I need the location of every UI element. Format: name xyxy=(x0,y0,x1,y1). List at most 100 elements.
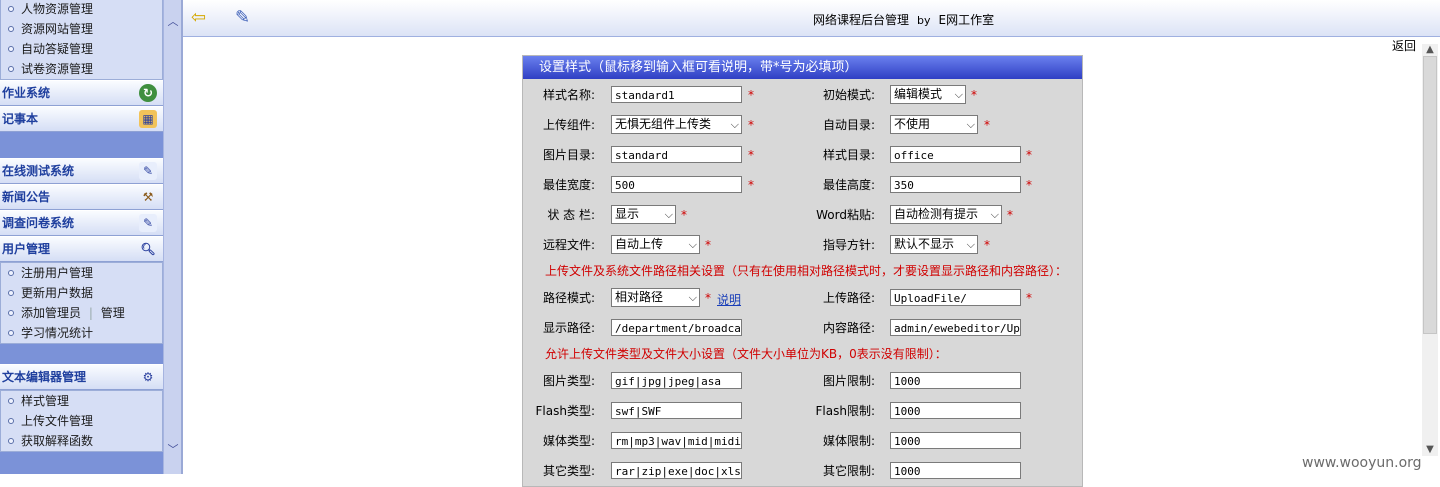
init-mode-select[interactable]: 编辑模式 ⌵ xyxy=(890,85,966,104)
image-dir-input[interactable]: standard xyxy=(611,146,742,163)
chevron-down-icon: ⌵ xyxy=(688,291,697,304)
watermark: www.wooyun.org xyxy=(1302,455,1422,471)
chevron-up-icon[interactable]: ▲ xyxy=(1424,44,1436,56)
sidebar-group-online-exam[interactable]: 在线测试系统 ✎ xyxy=(0,158,163,184)
spacer xyxy=(0,344,163,364)
group-label: 调查问卷系统 xyxy=(2,216,75,230)
sidebar-group-homework[interactable]: 作业系统 ↻ xyxy=(0,80,163,106)
sidebar-item-style-manage[interactable]: 样式管理 xyxy=(1,391,162,411)
image-limit-input[interactable]: 1000 xyxy=(890,372,1021,389)
chevron-down-icon: ⌵ xyxy=(966,118,975,131)
style-dir-input[interactable]: office xyxy=(890,146,1021,163)
form-row: 显示路径: /department/broadcast 内容路径: admin/… xyxy=(523,317,1082,339)
group-label: 用户管理 xyxy=(2,242,51,256)
remote-file-select[interactable]: 自动上传 ⌵ xyxy=(611,235,700,254)
group-label: 文本编辑器管理 xyxy=(2,370,87,384)
chevron-down-icon[interactable]: ﹀ xyxy=(167,444,179,456)
spacer xyxy=(0,132,163,158)
image-dir-label: 图片目录: xyxy=(542,148,595,162)
required-mark: * xyxy=(984,118,990,132)
image-type-input[interactable]: gif|jpg|jpeg|asa xyxy=(611,372,742,389)
form-row: 远程文件: 自动上传 ⌵ * 指导方针: 默认不显示 ⌵ * xyxy=(523,234,1082,256)
sidebar-item-registered-users[interactable]: 注册用户管理 xyxy=(1,263,162,283)
remote-file-label: 远程文件: xyxy=(542,238,595,252)
path-mode-select[interactable]: 相对路径 ⌵ xyxy=(611,288,700,307)
guide-select[interactable]: 默认不显示 ⌵ xyxy=(890,235,978,254)
path-mode-label: 路径模式: xyxy=(542,291,595,305)
upload-path-input[interactable]: UploadFile/ xyxy=(890,289,1021,306)
sidebar-group-users[interactable]: 用户管理 🔍︎ xyxy=(0,236,163,262)
sidebar-group-editor[interactable]: 文本编辑器管理 ⚙ xyxy=(0,364,163,390)
group-label: 新闻公告 xyxy=(2,190,51,204)
chevron-down-icon: ⌵ xyxy=(966,238,975,251)
other-type-label: 其它类型: xyxy=(542,464,595,478)
best-height-input[interactable]: 350 xyxy=(890,176,1021,193)
add-admin-link[interactable]: 添加管理员 xyxy=(21,306,81,320)
document-edit-icon: ✎ xyxy=(139,214,157,232)
chevron-up-icon[interactable]: ︿ xyxy=(167,16,179,28)
best-width-input[interactable]: 500 xyxy=(611,176,742,193)
form-row: 最佳宽度: 500 * 最佳高度: 350 * xyxy=(523,174,1082,196)
sidebar-item-resource-sites[interactable]: 资源网站管理 xyxy=(1,19,162,39)
upload-component-label: 上传组件: xyxy=(542,118,595,132)
media-limit-input[interactable]: 1000 xyxy=(890,432,1021,449)
form-row: 上传组件: 无惧无组件上传类 ⌵ * 自动目录: 不使用 ⌵ * xyxy=(523,114,1082,136)
form-header: 设置样式（鼠标移到输入框可看说明，带*号为必填项） xyxy=(523,56,1082,79)
chevron-down-icon: ⌵ xyxy=(990,208,999,221)
chevron-down-icon: ⌵ xyxy=(954,88,963,101)
form-row: 图片目录: standard * 样式目录: office * xyxy=(523,144,1082,166)
required-mark: * xyxy=(748,118,754,132)
content-path-label: 内容路径: xyxy=(822,321,875,335)
best-height-label: 最佳高度: xyxy=(822,178,875,192)
sidebar-scrollbar[interactable]: ︿ ﹀ xyxy=(163,0,182,474)
flash-limit-input[interactable]: 1000 xyxy=(890,402,1021,419)
other-limit-label: 其它限制: xyxy=(822,464,875,478)
status-bar-select[interactable]: 显示 ⌵ xyxy=(611,205,676,224)
media-type-label: 媒体类型: xyxy=(542,434,595,448)
media-limit-label: 媒体限制: xyxy=(822,434,875,448)
back-arrow-icon[interactable]: ⇦ xyxy=(191,9,211,27)
other-limit-input[interactable]: 1000 xyxy=(890,462,1021,479)
sidebar-item-exam-resources[interactable]: 试卷资源管理 xyxy=(1,59,162,79)
sidebar-item-update-user-data[interactable]: 更新用户数据 xyxy=(1,283,162,303)
manage-admin-link[interactable]: 管理 xyxy=(101,306,125,320)
upload-component-select[interactable]: 无惧无组件上传类 ⌵ xyxy=(611,115,742,134)
style-name-input[interactable]: standard1 xyxy=(611,86,742,103)
auto-dir-label: 自动目录: xyxy=(822,118,875,132)
sidebar-item-auto-qa[interactable]: 自动答疑管理 xyxy=(1,39,162,59)
group-label: 在线测试系统 xyxy=(2,164,75,178)
required-mark: * xyxy=(1007,208,1013,222)
content-path-input[interactable]: admin/ewebeditor/Uplo xyxy=(890,319,1021,336)
media-type-input[interactable]: rm|mp3|wav|mid|midi|r xyxy=(611,432,742,449)
sidebar-item-study-stats[interactable]: 学习情况统计 xyxy=(1,323,162,343)
chevron-down-icon: ⌵ xyxy=(664,208,673,221)
by-text: by xyxy=(917,14,931,27)
auto-dir-select[interactable]: 不使用 ⌵ xyxy=(890,115,978,134)
required-mark: * xyxy=(748,88,754,102)
sidebar-item-upload-files[interactable]: 上传文件管理 xyxy=(1,411,162,431)
frame-divider[interactable] xyxy=(181,0,183,474)
sidebar-item-add-admin: 添加管理员 | 管理 xyxy=(1,303,162,323)
sidebar-item-get-functions[interactable]: 获取解释函数 xyxy=(1,431,162,451)
content-scrollbar[interactable]: ▲ ▼ xyxy=(1422,44,1438,456)
form-row: 样式名称: standard1 * 初始模式: 编辑模式 ⌵ * xyxy=(523,84,1082,106)
sidebar-group-survey[interactable]: 调查问卷系统 ✎ xyxy=(0,210,163,236)
users-submenu: 注册用户管理 更新用户数据 添加管理员 | 管理 学习情况统计 xyxy=(0,262,163,344)
title-text: 网络课程后台管理 xyxy=(813,13,910,27)
scrollbar-thumb[interactable] xyxy=(1423,56,1437,334)
display-path-input[interactable]: /department/broadcast xyxy=(611,319,742,336)
document-edit-icon: ✎ xyxy=(139,162,157,180)
word-paste-label: Word粘贴: xyxy=(816,208,875,222)
flash-type-input[interactable]: swf|SWF xyxy=(611,402,742,419)
chevron-down-icon: ⌵ xyxy=(730,118,739,131)
chevron-down-icon[interactable]: ▼ xyxy=(1424,444,1436,456)
explain-link[interactable]: 说明 xyxy=(717,291,741,308)
sidebar-group-news[interactable]: 新闻公告 ⚒ xyxy=(0,184,163,210)
sidebar: 人物资源管理 资源网站管理 自动答疑管理 试卷资源管理 作业系统 ↻ 记事本 ▦… xyxy=(0,0,163,474)
status-bar-label: 状 态 栏: xyxy=(547,208,595,222)
sidebar-group-notebook[interactable]: 记事本 ▦ xyxy=(0,106,163,132)
word-paste-select[interactable]: 自动检测有提示 ⌵ xyxy=(890,205,1002,224)
return-link[interactable]: 返回 xyxy=(1392,37,1416,54)
other-type-input[interactable]: rar|zip|exe|doc|xls|c xyxy=(611,462,742,479)
sidebar-item-people-resources[interactable]: 人物资源管理 xyxy=(1,0,162,19)
